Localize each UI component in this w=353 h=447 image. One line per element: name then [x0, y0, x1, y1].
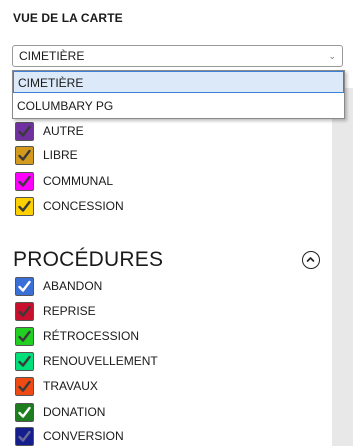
option-columbary-pg[interactable]: COLUMBARY PG: [13, 95, 344, 117]
check-icon: [18, 280, 31, 292]
check-icon: [18, 355, 31, 367]
check-icon: [18, 149, 31, 161]
check-icon: [18, 430, 31, 442]
check-icon: [18, 330, 31, 342]
procedure-label-reprise: REPRISE: [43, 304, 96, 318]
checkbox-abandon[interactable]: [15, 277, 34, 296]
check-icon: [18, 200, 31, 212]
check-icon: [18, 175, 31, 187]
map-view-dropdown: CIMETIÈRE COLUMBARY PG: [12, 70, 345, 119]
checkbox-communal[interactable]: [15, 172, 34, 191]
legend-label-libre: LIBRE: [43, 148, 78, 162]
map-view-heading: VUE DE LA CARTE: [13, 11, 123, 25]
sidebar-scrollbar[interactable]: [332, 88, 353, 446]
checkbox-retrocession[interactable]: [15, 327, 34, 346]
procedure-label-renouvellement: RENOUVELLEMENT: [43, 354, 158, 368]
checkbox-donation[interactable]: [15, 403, 34, 422]
procedure-label-donation: DONATION: [43, 405, 106, 419]
procedures-title: PROCÉDURES: [13, 248, 164, 271]
legend-label-autre: AUTRE: [43, 124, 84, 138]
checkbox-conversion[interactable]: [15, 427, 34, 446]
checkbox-renouvellement[interactable]: [15, 352, 34, 371]
checkbox-travaux[interactable]: [15, 377, 34, 396]
procedure-label-conversion: CONVERSION: [43, 429, 124, 443]
checkbox-libre[interactable]: [15, 146, 34, 165]
chevron-up-circle-icon[interactable]: [302, 251, 320, 269]
check-icon: [18, 305, 31, 317]
procedure-label-travaux: TRAVAUX: [43, 379, 98, 393]
checkbox-reprise[interactable]: [15, 302, 34, 321]
check-icon: [18, 380, 31, 392]
map-view-selected-value: CIMETIÈRE: [19, 49, 85, 63]
checkbox-concession[interactable]: [15, 197, 34, 216]
checkbox-autre[interactable]: [15, 122, 34, 141]
legend-label-concession: CONCESSION: [43, 199, 124, 213]
procedure-label-abandon: ABANDON: [43, 279, 103, 293]
check-icon: [18, 406, 31, 418]
check-icon: [18, 125, 31, 137]
map-view-select[interactable]: CIMETIÈRE ⌄: [12, 45, 343, 67]
legend-label-communal: COMMUNAL: [43, 174, 114, 188]
chevron-down-icon: ⌄: [328, 51, 336, 61]
option-cimetiere[interactable]: CIMETIÈRE: [13, 71, 344, 93]
procedure-label-retrocession: RÉTROCESSION: [43, 329, 140, 343]
